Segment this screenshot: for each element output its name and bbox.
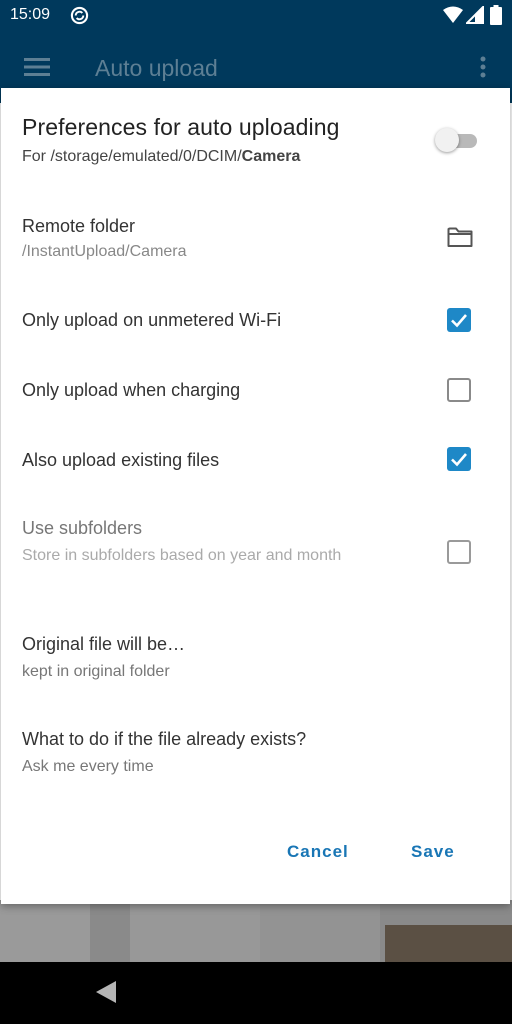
option-subfolders-description: Store in subfolders based on year and mo… xyxy=(22,547,342,564)
signal-icon xyxy=(466,6,484,24)
option-charging-row[interactable]: Only upload when charging xyxy=(1,368,510,412)
original-file-row[interactable]: Original file will be… kept in original … xyxy=(1,630,510,686)
option-subfolders-checkbox[interactable] xyxy=(447,540,471,564)
background-image-strip xyxy=(385,925,512,962)
option-subfolders-label: Use subfolders xyxy=(22,518,143,538)
option-existing-files-checkbox[interactable] xyxy=(447,447,471,471)
status-time: 15:09 xyxy=(10,6,51,23)
option-charging-label: Only upload when charging xyxy=(22,380,241,400)
background-panel xyxy=(130,900,260,962)
wifi-icon xyxy=(443,6,463,23)
back-icon[interactable] xyxy=(96,981,116,1003)
file-exists-row[interactable]: What to do if the file already exists? A… xyxy=(1,725,510,781)
more-vert-icon[interactable] xyxy=(479,56,487,78)
cancel-button[interactable]: Cancel xyxy=(287,842,349,862)
option-subfolders-row[interactable]: Use subfolders Store in subfolders based… xyxy=(1,516,510,590)
source-folder-path: For /storage/emulated/0/DCIM/Camera xyxy=(22,148,300,166)
hamburger-menu-icon[interactable] xyxy=(24,58,50,76)
path-prefix: For /storage/emulated/0/DCIM/ xyxy=(22,148,242,165)
switch-thumb xyxy=(435,128,459,152)
file-exists-label: What to do if the file already exists? xyxy=(22,729,307,749)
original-file-label: Original file will be… xyxy=(22,634,186,654)
checkmark-icon xyxy=(451,453,467,467)
remote-folder-value: /InstantUpload/Camera xyxy=(22,243,187,260)
option-existing-files-row[interactable]: Also upload existing files xyxy=(1,438,510,482)
battery-icon xyxy=(490,5,502,25)
sync-notification-icon xyxy=(70,6,89,25)
remote-folder-label: Remote folder xyxy=(22,216,136,236)
option-unmetered-wifi-label: Only upload on unmetered Wi-Fi xyxy=(22,310,282,330)
status-bar: 15:09 xyxy=(0,0,512,33)
file-exists-value: Ask me every time xyxy=(22,758,154,775)
dialog-title: Preferences for auto uploading xyxy=(22,114,340,140)
path-folder-name: Camera xyxy=(241,148,301,165)
auto-upload-preferences-dialog: Preferences for auto uploading For /stor… xyxy=(1,88,510,904)
option-unmetered-wifi-row[interactable]: Only upload on unmetered Wi-Fi xyxy=(1,298,510,342)
background-content xyxy=(0,900,512,962)
checkmark-icon xyxy=(451,314,467,328)
save-button[interactable]: Save xyxy=(411,842,455,862)
option-unmetered-wifi-checkbox[interactable] xyxy=(447,308,471,332)
remote-folder-row[interactable]: Remote folder /InstantUpload/Camera xyxy=(1,212,510,272)
navigation-bar xyxy=(0,962,512,1024)
option-charging-checkbox[interactable] xyxy=(447,378,471,402)
folder-icon[interactable] xyxy=(447,226,473,248)
enable-auto-upload-switch[interactable] xyxy=(435,128,477,152)
background-panel xyxy=(0,900,90,962)
app-bar-title: Auto upload xyxy=(95,55,218,81)
background-panel xyxy=(260,900,380,962)
option-existing-files-label: Also upload existing files xyxy=(22,450,220,470)
original-file-value: kept in original folder xyxy=(22,663,170,680)
